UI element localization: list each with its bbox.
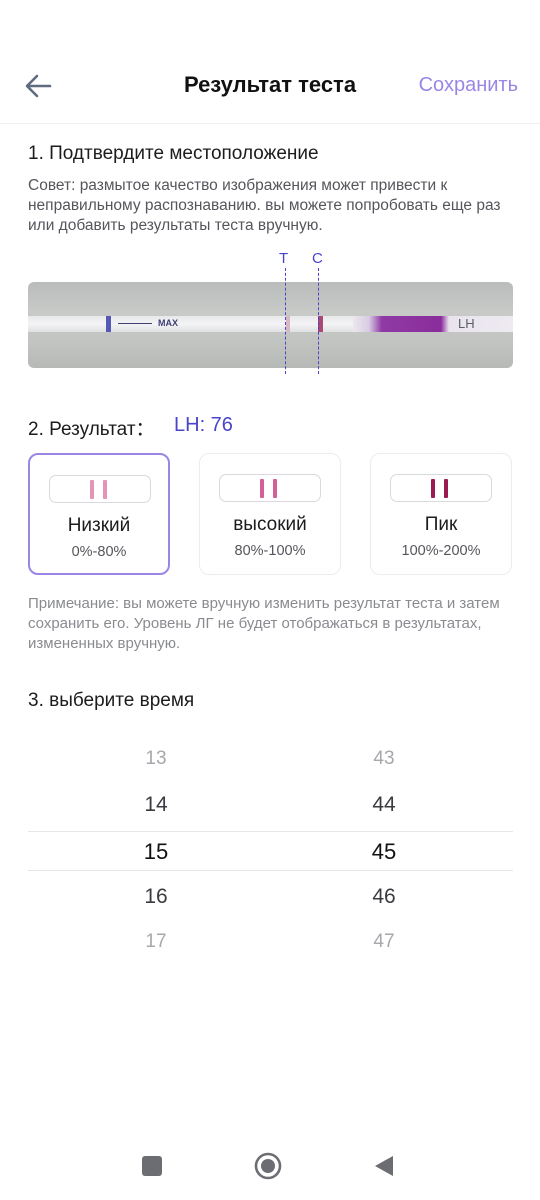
strip-icon xyxy=(390,474,492,502)
picker-selection-bottom-line xyxy=(28,870,513,871)
c-marker-label[interactable]: C xyxy=(312,250,323,267)
strip-icon-line xyxy=(260,479,264,498)
strip-icon-line xyxy=(103,480,107,499)
strip-icon-line xyxy=(273,479,277,498)
recent-apps-icon[interactable] xyxy=(140,1154,164,1178)
minute-item[interactable]: 47 xyxy=(284,931,484,953)
strip-icon-line xyxy=(431,479,435,498)
hour-item-selected[interactable]: 15 xyxy=(56,839,256,865)
minute-item[interactable]: 44 xyxy=(284,793,484,817)
strip-icon-line xyxy=(444,479,448,498)
hour-item[interactable]: 17 xyxy=(56,931,256,953)
home-icon[interactable] xyxy=(254,1152,282,1180)
strip-purple-zone xyxy=(353,316,513,332)
t-marker-label[interactable]: T xyxy=(279,250,288,267)
result-card-label: Низкий xyxy=(67,515,131,536)
manual-note-text: Примечание: вы можете вручную изменить р… xyxy=(28,595,500,652)
picker-selection-top-line xyxy=(28,831,513,832)
strip-lh-text: LH xyxy=(458,316,475,331)
result-card-range: 0%-80% xyxy=(71,544,127,560)
strip-icon xyxy=(49,475,151,503)
c-position-line[interactable] xyxy=(318,268,319,374)
back-triangle-icon[interactable] xyxy=(372,1154,396,1178)
save-button[interactable]: Сохранить xyxy=(419,74,518,97)
minute-item[interactable]: 46 xyxy=(284,885,484,909)
hour-item[interactable]: 16 xyxy=(56,885,256,909)
blur-hint-text: Совет: размытое качество изображения мож… xyxy=(28,177,501,234)
strip-test-line xyxy=(286,316,290,332)
hour-item[interactable]: 13 xyxy=(56,748,256,770)
section-location-title: 1. Подтвердите местоположение xyxy=(28,143,319,164)
result-card-label: Пик xyxy=(424,514,458,535)
section-time-title: 3. выберите время xyxy=(28,690,195,711)
time-picker[interactable]: 13 14 15 16 17 43 44 45 46 47 xyxy=(28,738,513,968)
hour-item[interactable]: 14 xyxy=(56,793,256,817)
result-card-high[interactable]: высокий 80%-100% xyxy=(199,453,341,575)
strip-icon-line xyxy=(90,480,94,499)
strip-arrow xyxy=(118,323,152,324)
test-strip-image: MAX LH xyxy=(28,282,513,368)
system-nav-bar xyxy=(0,1130,540,1200)
result-card-label: высокий xyxy=(233,514,307,535)
section-result-title: 2. Результат： xyxy=(28,419,155,440)
strip-max-text: MAX xyxy=(158,318,178,328)
result-card-range: 100%-200% xyxy=(401,543,481,559)
minute-item[interactable]: 43 xyxy=(284,748,484,770)
result-card-low[interactable]: Низкий 0%-80% xyxy=(28,453,170,575)
top-bar: Результат теста Сохранить xyxy=(0,48,540,124)
t-position-line[interactable] xyxy=(285,268,286,374)
minute-item-selected[interactable]: 45 xyxy=(284,839,484,865)
strip-icon xyxy=(219,474,321,502)
result-card-peak[interactable]: Пик 100%-200% xyxy=(370,453,512,575)
strip-blue-mark xyxy=(106,316,111,332)
result-card-range: 80%-100% xyxy=(234,543,306,559)
lh-value: LH: 76 xyxy=(174,414,233,436)
